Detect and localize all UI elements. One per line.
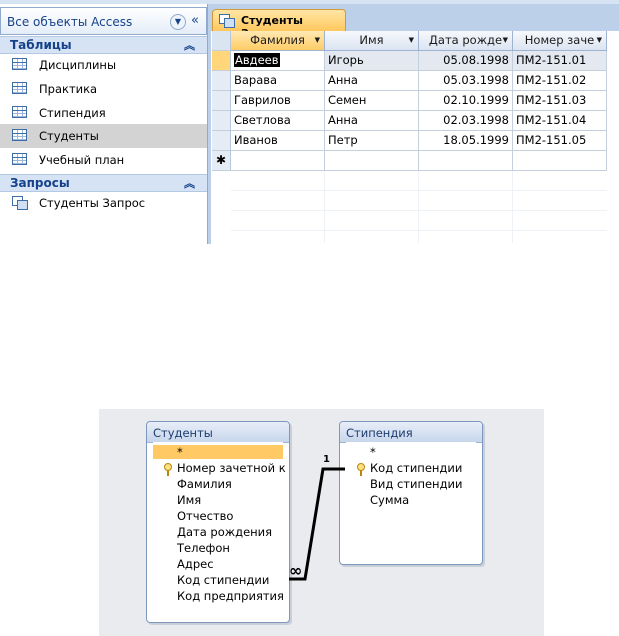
group-header-queries[interactable]: Запросы ︽ — [0, 174, 207, 192]
table-cell[interactable]: Варава — [231, 71, 325, 91]
one-side-label: 1 — [323, 454, 330, 465]
nav-item-label: Студенты Запрос — [39, 196, 146, 210]
group-header-tables[interactable]: Таблицы ︽ — [0, 36, 207, 54]
nav-item-label: Стипендия — [39, 106, 106, 120]
table-cell[interactable]: ПМ2-151.04 — [513, 111, 607, 131]
nav-item-label: Учебный план — [39, 153, 125, 167]
table-cell[interactable]: 05.08.1998 — [419, 51, 513, 71]
table-cell[interactable] — [325, 151, 419, 171]
nav-item-label: Дисциплины — [39, 58, 117, 72]
tab-students-query[interactable]: Студенты Запрос — [212, 9, 346, 40]
relationships-diagram: Студенты * Номер зачетной к Фамилия Имя … — [99, 409, 544, 636]
table-cell[interactable] — [513, 151, 607, 171]
row-selector[interactable] — [212, 71, 231, 91]
nav-item-label: Практика — [39, 82, 98, 96]
chevron-up-icon[interactable]: ︽ — [184, 175, 195, 191]
relationship-line[interactable] — [99, 409, 544, 636]
table-cell[interactable]: Иванов — [231, 131, 325, 151]
chevron-up-icon[interactable]: ︽ — [184, 37, 195, 53]
table-cell[interactable]: Анна — [325, 111, 419, 131]
table-icon — [12, 82, 27, 94]
chevron-down-icon[interactable]: ▼ — [409, 31, 414, 50]
table-cell[interactable]: ПМ2-151.03 — [513, 91, 607, 111]
table-icon — [12, 58, 27, 70]
group-label: Запросы — [10, 176, 70, 190]
column-header-label: Дата рожде — [428, 33, 503, 47]
nav-item-table-selected[interactable]: Студенты — [0, 124, 207, 148]
table-cell[interactable]: Петр — [325, 131, 419, 151]
column-header-recordbook[interactable]: Номер заче ▼ — [513, 31, 607, 51]
many-side-icon: ∞ — [289, 561, 303, 580]
nav-item-table[interactable]: Практика — [0, 77, 207, 101]
new-record-icon: ✱ — [215, 153, 227, 167]
column-header-firstname[interactable]: Имя ▼ — [325, 31, 419, 51]
nav-item-table[interactable]: Дисциплины — [0, 53, 207, 77]
row-selector[interactable] — [212, 51, 231, 71]
new-record-selector[interactable]: ✱ — [212, 151, 231, 171]
table-cell[interactable] — [231, 151, 325, 171]
table-cell[interactable]: ПМ2-151.02 — [513, 71, 607, 91]
table-icon — [12, 106, 27, 118]
nav-pane-header[interactable]: Все объекты Access ▼ « — [0, 7, 207, 35]
row-selector[interactable] — [212, 111, 231, 131]
navigation-pane: Все объекты Access ▼ « Таблицы ︽ Дисципл… — [0, 4, 208, 244]
table-icon — [12, 129, 27, 141]
query-icon — [219, 14, 235, 28]
table-cell[interactable]: 18.05.1999 — [419, 131, 513, 151]
table-cell[interactable]: 02.03.1998 — [419, 111, 513, 131]
table-icon — [12, 153, 27, 165]
table-cell[interactable]: ПМ2-151.05 — [513, 131, 607, 151]
chevron-down-icon[interactable]: ▼ — [170, 14, 186, 30]
column-header-lastname[interactable]: Фамилия ▼ — [231, 31, 325, 51]
table-cell[interactable] — [419, 151, 513, 171]
table-cell[interactable]: Игорь — [325, 51, 419, 71]
table-cell[interactable]: Анна — [325, 71, 419, 91]
row-selector[interactable] — [212, 131, 231, 151]
nav-pane-title: Все объекты Access — [7, 15, 133, 29]
column-header-birthdate[interactable]: Дата рожде ▼ — [419, 31, 513, 51]
table-cell[interactable]: ПМ2-151.01 — [513, 51, 607, 71]
table-cell[interactable]: Светлова — [231, 111, 325, 131]
select-all-corner[interactable] — [212, 31, 231, 51]
collapse-pane-icon[interactable]: « — [191, 13, 199, 28]
column-header-label: Имя — [359, 33, 384, 47]
table-cell[interactable]: 05.03.1998 — [419, 71, 513, 91]
nav-item-label: Студенты — [39, 129, 99, 143]
chevron-down-icon[interactable]: ▼ — [315, 31, 320, 50]
table-cell[interactable]: Авдеев — [231, 51, 325, 71]
nav-item-table[interactable]: Стипендия — [0, 101, 207, 125]
row-selector[interactable] — [212, 91, 231, 111]
empty-grid-area — [231, 171, 607, 243]
nav-item-table[interactable]: Учебный план — [0, 148, 207, 172]
group-label: Таблицы — [10, 38, 72, 52]
chevron-down-icon[interactable]: ▼ — [597, 31, 602, 50]
table-cell[interactable]: Гаврилов — [231, 91, 325, 111]
nav-item-query[interactable]: Студенты Запрос — [0, 191, 207, 215]
table-cell[interactable]: 02.10.1999 — [419, 91, 513, 111]
chevron-down-icon[interactable]: ▼ — [503, 31, 508, 50]
access-window: Все объекты Access ▼ « Таблицы ︽ Дисципл… — [0, 0, 619, 244]
table-cell[interactable]: Семен — [325, 91, 419, 111]
column-header-label: Фамилия — [250, 33, 305, 47]
column-header-label: Номер заче — [524, 33, 595, 47]
query-icon — [12, 196, 28, 210]
